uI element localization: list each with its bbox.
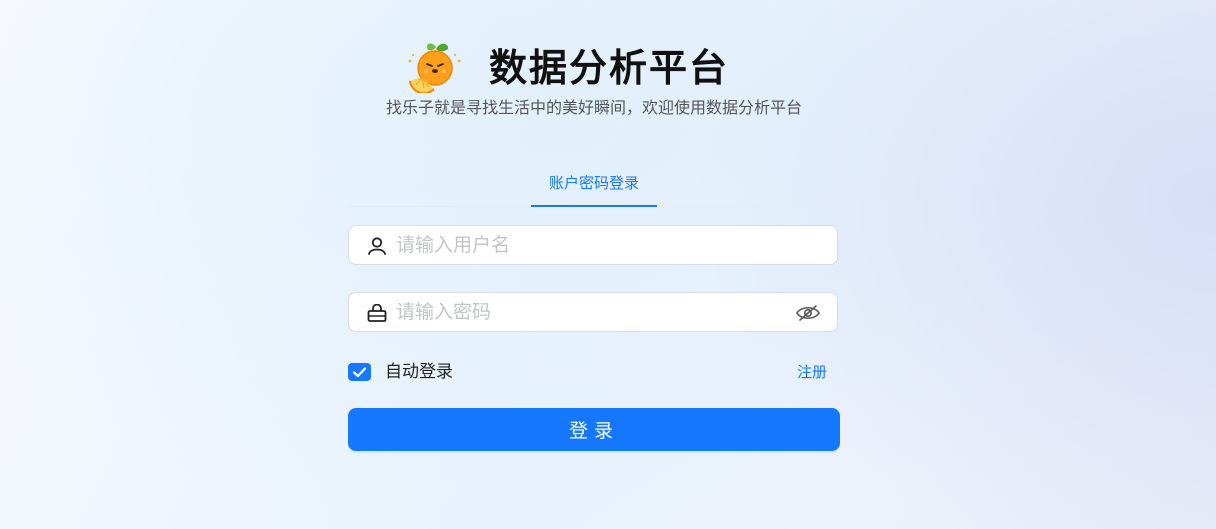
checkbox-checked-icon[interactable]: [348, 363, 371, 381]
lock-icon: [367, 304, 387, 322]
login-button[interactable]: 登录: [348, 408, 840, 451]
tab-account-password[interactable]: 账户密码登录: [531, 170, 657, 207]
eye-hidden-icon[interactable]: [795, 303, 821, 323]
register-link[interactable]: 注册: [797, 360, 827, 384]
login-tabs: 账户密码登录: [348, 166, 840, 207]
page-title: 数据分析平台: [489, 46, 730, 90]
user-icon: [368, 237, 386, 255]
username-field[interactable]: [348, 225, 838, 265]
page-subtitle: 找乐子就是寻找生活中的美好瞬间，欢迎使用数据分析平台: [385, 98, 802, 117]
orange-logo-icon: [408, 43, 461, 93]
auto-login-label: 自动登录: [385, 362, 453, 382]
tab-label: 账户密码登录: [548, 174, 639, 192]
password-input[interactable]: [396, 298, 776, 326]
header: 数据分析平台: [0, 38, 1216, 98]
password-field[interactable]: [348, 292, 838, 332]
tab-active-indicator: [531, 205, 657, 207]
username-input[interactable]: [396, 231, 776, 259]
